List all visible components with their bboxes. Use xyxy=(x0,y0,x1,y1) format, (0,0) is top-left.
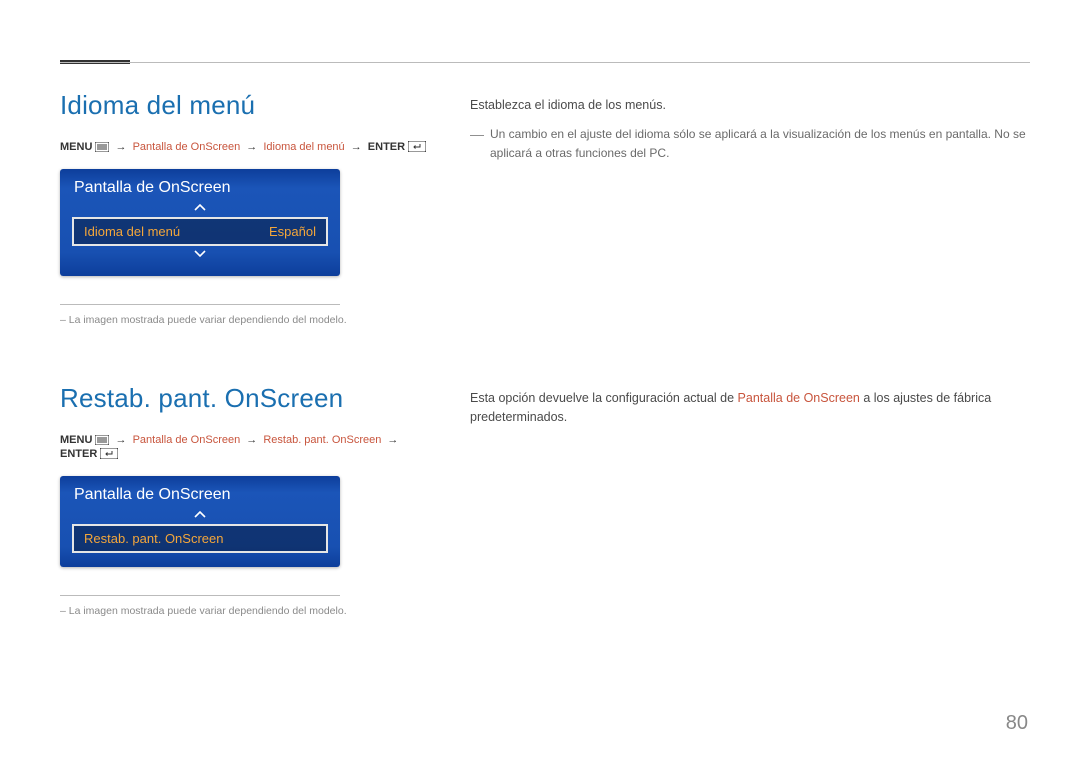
section2-right: Esta opción devuelve la configuración ac… xyxy=(470,383,1030,619)
bc-arrow: → xyxy=(348,141,365,153)
osd-panel-title: Pantalla de OnScreen xyxy=(72,486,328,504)
bc-menu-label: MENU xyxy=(60,141,92,153)
footnote-rule xyxy=(60,304,340,305)
page-number: 80 xyxy=(1006,712,1028,735)
section1-breadcrumb: MENU → Pantalla de OnScreen → Idioma del… xyxy=(60,141,430,155)
note-dash-icon: ― xyxy=(470,125,484,162)
chevron-up-icon[interactable] xyxy=(72,201,328,217)
chevron-up-icon[interactable] xyxy=(72,508,328,524)
section1-footnote: – La imagen mostrada puede variar depend… xyxy=(60,313,360,328)
section2-desc: Esta opción devuelve la configuración ac… xyxy=(470,389,1030,428)
section2-left: Restab. pant. OnScreen MENU → Pantalla d… xyxy=(60,383,430,619)
section1-title: Idioma del menú xyxy=(60,90,430,121)
section2-desc-pre: Esta opción devuelve la configuración ac… xyxy=(470,391,738,405)
chevron-down-icon[interactable] xyxy=(72,246,328,262)
osd-row-label: Idioma del menú xyxy=(84,224,180,239)
bc-arrow: → xyxy=(243,141,260,153)
section-restab: Restab. pant. OnScreen MENU → Pantalla d… xyxy=(60,383,1030,619)
section-gap xyxy=(60,328,1030,383)
bc-arrow: → xyxy=(243,434,260,446)
osd-row-value: Español xyxy=(269,224,316,239)
top-rule xyxy=(60,62,1030,63)
bc-arrow: → xyxy=(384,434,401,446)
menu-icon xyxy=(95,435,109,448)
bc-menu-label: MENU xyxy=(60,434,92,446)
enter-icon xyxy=(100,448,118,462)
section2-title: Restab. pant. OnScreen xyxy=(60,383,430,414)
section1-desc: Establezca el idioma de los menús. xyxy=(470,96,1030,115)
bc-arrow: → xyxy=(113,141,130,153)
section1-note: ― Un cambio en el ajuste del idioma sólo… xyxy=(470,125,1030,162)
bc-enter-label: ENTER xyxy=(60,448,97,460)
section2-breadcrumb: MENU → Pantalla de OnScreen → Restab. pa… xyxy=(60,434,430,462)
osd-panel-title: Pantalla de OnScreen xyxy=(72,179,328,197)
section1-left: Idioma del menú MENU → Pantalla de OnScr… xyxy=(60,90,430,328)
bc-enter-label: ENTER xyxy=(368,141,405,153)
bc-item-1: Idioma del menú xyxy=(263,141,344,153)
section1-note-text: Un cambio en el ajuste del idioma sólo s… xyxy=(490,125,1030,162)
page-container: Idioma del menú MENU → Pantalla de OnScr… xyxy=(0,0,1080,648)
section2-footnote: – La imagen mostrada puede variar depend… xyxy=(60,604,360,619)
osd-row-idioma[interactable]: Idioma del menú Español xyxy=(72,217,328,246)
menu-icon xyxy=(95,142,109,155)
bc-arrow: → xyxy=(113,434,130,446)
section1-osd-panel: Pantalla de OnScreen Idioma del menú Esp… xyxy=(60,169,340,276)
bc-item-0: Pantalla de OnScreen xyxy=(133,141,241,153)
enter-icon xyxy=(408,141,426,155)
section-idioma: Idioma del menú MENU → Pantalla de OnScr… xyxy=(60,90,1030,328)
osd-row-label: Restab. pant. OnScreen xyxy=(84,531,223,546)
section1-right: Establezca el idioma de los menús. ― Un … xyxy=(470,90,1030,328)
osd-row-restab[interactable]: Restab. pant. OnScreen xyxy=(72,524,328,553)
bc-item-0: Pantalla de OnScreen xyxy=(133,434,241,446)
section2-desc-highlight: Pantalla de OnScreen xyxy=(738,391,860,405)
footnote-rule xyxy=(60,595,340,596)
bc-item-1: Restab. pant. OnScreen xyxy=(263,434,381,446)
section2-osd-panel: Pantalla de OnScreen Restab. pant. OnScr… xyxy=(60,476,340,567)
